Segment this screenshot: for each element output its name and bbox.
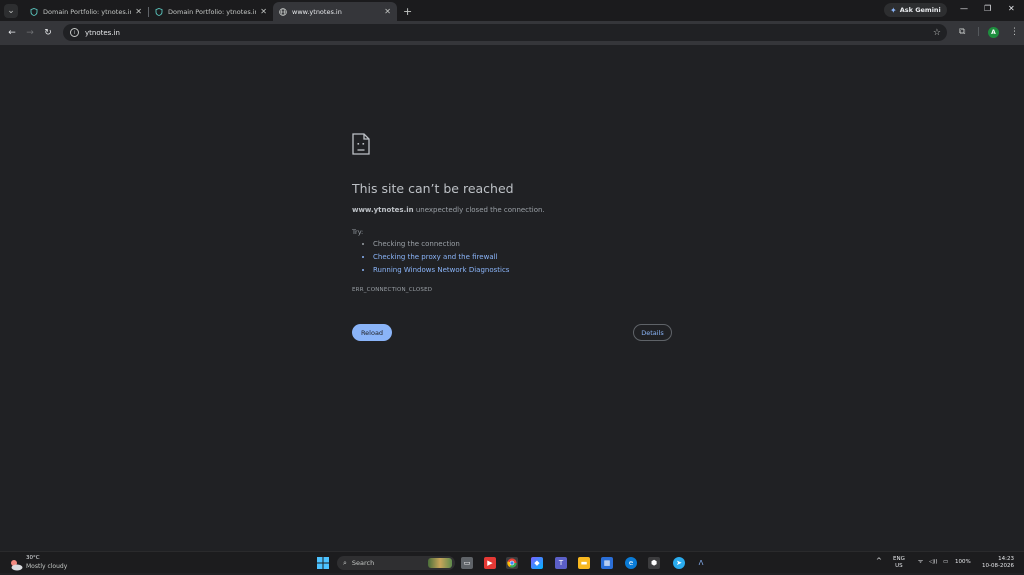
weather-cloud-icon[interactable] [9,556,23,571]
edge-icon[interactable]: e [625,557,637,569]
search-highlight-image [428,558,452,568]
error-title: This site can’t be reached [352,181,514,196]
suggestion-check-connection: Checking the connection [373,240,509,253]
language-code: ENG [893,556,905,562]
clock-date: 10-08-2026 [982,563,1014,569]
language-indicator[interactable]: ENG US [893,556,905,570]
site-info-icon[interactable]: i [70,28,79,37]
bookmark-star-icon[interactable]: ☆ [933,28,941,38]
search-placeholder: Search [351,559,375,567]
details-button[interactable]: Details [633,324,672,341]
windows-taskbar: 30°C Mostly cloudy ⌕ Search ▭ ▶ ◆ T ▬ ▦ … [0,551,1024,573]
url-text: ytnotes.in [85,28,120,37]
error-host: www.ytnotes.in [352,206,414,214]
profile-avatar[interactable]: A [988,27,999,38]
forward-arrow-icon[interactable]: → [21,28,39,38]
shield-icon [155,7,163,16]
suggestion-network-diagnostics-link[interactable]: Running Windows Network Diagnostics [373,266,509,279]
reload-icon[interactable]: ↻ [39,28,57,38]
teams-icon[interactable]: T [555,557,567,569]
clock[interactable]: 14:23 10-08-2026 [982,556,1014,570]
shield-icon [30,7,38,16]
volume-icon[interactable]: ◁)) [929,559,938,566]
minimize-icon[interactable]: — [960,4,968,13]
restore-icon[interactable]: ❐ [984,4,991,13]
error-description: www.ytnotes.in unexpectedly closed the c… [352,206,545,214]
tab-3-active[interactable]: www.ytnotes.in ✕ [273,2,397,21]
tab-strip: ⌄ Domain Portfolio: ytnotes.in ✕ Domain … [0,0,1024,21]
tab-title: Domain Portfolio: ytnotes.in [168,7,257,16]
suggestion-check-proxy-link[interactable]: Checking the proxy and the firewall [373,253,509,266]
weather-temperature: 30°C [26,555,40,561]
battery-icon[interactable]: ▭ [943,559,948,566]
telegram-icon[interactable]: ➤ [673,557,685,569]
close-window-icon[interactable]: ✕ [1008,4,1015,13]
task-view-icon[interactable]: ▭ [461,557,473,569]
ask-gemini-button[interactable]: ✦ Ask Gemini [884,3,947,17]
reload-button[interactable]: Reload [352,324,392,341]
error-description-text: unexpectedly closed the connection. [415,206,545,214]
ask-gemini-label: Ask Gemini [899,6,941,14]
copilot-icon[interactable]: ◆ [531,557,543,569]
close-icon[interactable]: ✕ [260,7,267,16]
taskbar-search-input[interactable]: ⌕ Search [337,556,455,570]
tab-title: Domain Portfolio: ytnotes.in [43,7,132,16]
new-tab-plus-icon[interactable]: + [403,5,412,18]
store-icon[interactable]: ▦ [601,557,613,569]
wifi-icon[interactable]: ᯤ [918,559,923,566]
close-icon[interactable]: ✕ [384,7,391,16]
gemini-sparkle-icon: ✦ [890,5,897,15]
search-icon: ⌕ [343,558,347,567]
clock-time: 14:23 [998,556,1014,562]
address-bar[interactable]: i ytnotes.in ☆ [63,24,947,41]
close-icon[interactable]: ✕ [135,7,142,16]
suggestion-list: Checking the connection Checking the pro… [362,240,509,279]
try-label: Try: [352,228,364,236]
toolbar-divider: | [977,27,981,37]
language-region: US [895,563,903,569]
tab-2[interactable]: Domain Portfolio: ytnotes.in ✕ [149,2,273,21]
error-code: ERR_CONNECTION_CLOSED [352,287,433,293]
weather-description: Mostly cloudy [26,563,68,570]
battery-percent: 100% [955,559,971,565]
globe-icon [279,7,287,16]
tab-1[interactable]: Domain Portfolio: ytnotes.in ✕ [24,2,148,21]
tab-search-chevron-icon[interactable]: ⌄ [4,4,18,18]
kebab-menu-icon[interactable]: ⋮ [1010,27,1019,37]
tray-chevron-up-icon[interactable]: ^ [876,558,882,565]
app-a-icon[interactable]: Λ [695,557,707,569]
profile-initial: A [991,29,996,36]
windows-start-icon[interactable] [317,557,329,569]
extensions-puzzle-icon[interactable]: ⧉ [959,27,965,37]
sad-page-icon [352,133,370,155]
file-explorer-folder-icon[interactable]: ▬ [578,557,590,569]
app-hexagon-icon[interactable]: ⬢ [648,557,660,569]
back-arrow-icon[interactable]: ← [3,28,21,38]
youtube-icon[interactable]: ▶ [484,557,496,569]
chrome-icon[interactable] [506,557,518,569]
tab-title: www.ytnotes.in [292,7,342,16]
